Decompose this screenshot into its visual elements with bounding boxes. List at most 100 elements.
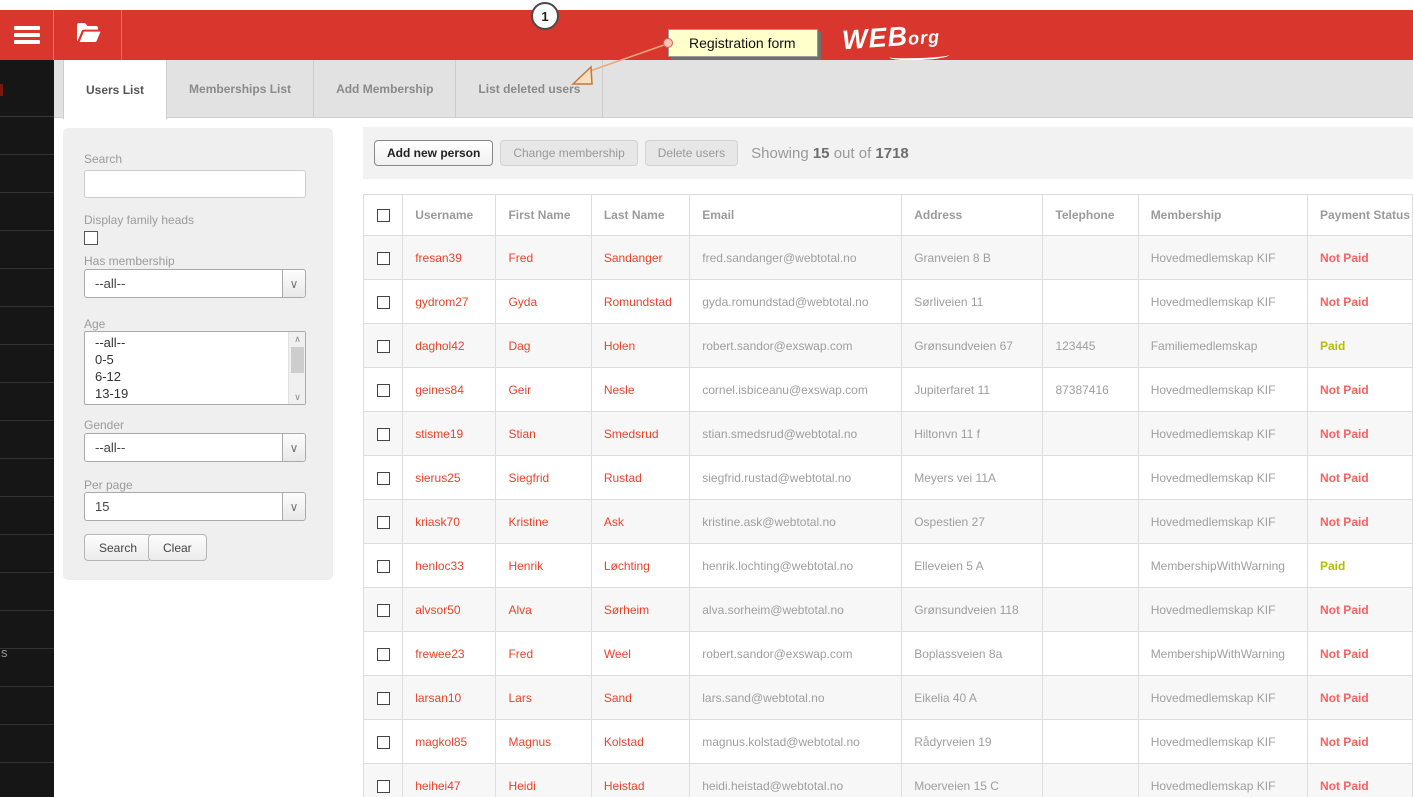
- row-checkbox[interactable]: [376, 559, 390, 573]
- first-name-link[interactable]: Fred: [495, 235, 592, 280]
- age-listbox[interactable]: --all--0-56-1213-1920-29 ∧ ∨: [84, 331, 306, 405]
- username-link[interactable]: henloc33: [402, 543, 497, 588]
- last-name-link[interactable]: Ask: [590, 499, 691, 544]
- username-link[interactable]: fresan39: [402, 235, 497, 280]
- last-name-link[interactable]: Sandanger: [590, 235, 691, 280]
- search-input[interactable]: [84, 170, 306, 198]
- membership-cell: Hovedmedlemskap KIF: [1137, 719, 1308, 764]
- tab-users-list[interactable]: Users List: [63, 60, 168, 119]
- age-option[interactable]: 6-12: [85, 368, 288, 385]
- username-link[interactable]: magkol85: [402, 719, 497, 764]
- row-checkbox[interactable]: [376, 339, 390, 353]
- row-checkbox[interactable]: [376, 735, 390, 749]
- email-cell: henrik.lochting@webtotal.no: [689, 543, 903, 588]
- username-link[interactable]: kriask70: [402, 499, 497, 544]
- row-checkbox[interactable]: [376, 647, 390, 661]
- row-checkbox[interactable]: [376, 691, 390, 705]
- menu-button[interactable]: [0, 10, 54, 60]
- username-link[interactable]: geines84: [402, 367, 497, 412]
- first-name-link[interactable]: Dag: [495, 323, 592, 368]
- address-cell: Grønsundveien 67: [901, 323, 1044, 368]
- last-name-link[interactable]: Smedsrud: [590, 411, 691, 456]
- first-name-link[interactable]: Siegfrid: [495, 455, 592, 500]
- add-new-person-button[interactable]: Add new person: [374, 140, 494, 166]
- first-name-link[interactable]: Geir: [495, 367, 592, 412]
- address-cell: Moerveien 15 C: [901, 763, 1044, 797]
- telephone-cell: [1042, 411, 1139, 456]
- last-name-link[interactable]: Romundstad: [590, 279, 691, 324]
- last-name-link[interactable]: Rustad: [590, 455, 691, 500]
- gender-select[interactable]: --all-- ∨: [84, 433, 306, 462]
- first-name-link[interactable]: Heidi: [495, 763, 592, 797]
- row-checkbox[interactable]: [376, 427, 390, 441]
- last-name-link[interactable]: Heistad: [590, 763, 691, 797]
- first-name-link[interactable]: Fred: [495, 631, 592, 676]
- row-checkbox[interactable]: [376, 251, 390, 265]
- payment-status-cell: Not Paid: [1306, 411, 1413, 456]
- membership-cell: Hovedmedlemskap KIF: [1137, 411, 1308, 456]
- row-checkbox[interactable]: [376, 295, 390, 309]
- username-link[interactable]: alvsor50: [402, 587, 497, 632]
- first-name-link[interactable]: Henrik: [495, 543, 592, 588]
- tab-add-membership[interactable]: Add Membership: [314, 60, 457, 118]
- first-name-link[interactable]: Kristine: [495, 499, 592, 544]
- first-name-link[interactable]: Alva: [495, 587, 592, 632]
- row-checkbox[interactable]: [376, 779, 390, 793]
- age-option[interactable]: 13-19: [85, 385, 288, 402]
- last-name-link[interactable]: Sand: [590, 675, 691, 720]
- tab-memberships-list[interactable]: Memberships List: [167, 60, 315, 118]
- age-option[interactable]: 20-29: [85, 402, 288, 404]
- sidebar-clipped-red-marker: [0, 84, 3, 96]
- username-link[interactable]: daghol42: [402, 323, 497, 368]
- scroll-down-icon[interactable]: ∨: [289, 390, 305, 404]
- row-checkbox[interactable]: [376, 471, 390, 485]
- clear-button[interactable]: Clear: [148, 534, 207, 561]
- email-cell: lars.sand@webtotal.no: [689, 675, 903, 720]
- last-name-link[interactable]: Sørheim: [590, 587, 691, 632]
- age-option[interactable]: --all--: [85, 334, 288, 351]
- change-membership-button[interactable]: Change membership: [500, 140, 638, 166]
- last-name-link[interactable]: Løchting: [590, 543, 691, 588]
- delete-users-button[interactable]: Delete users: [644, 140, 739, 166]
- per-page-select[interactable]: 15 ∨: [84, 492, 306, 521]
- column-header: Email: [689, 194, 903, 236]
- row-checkbox[interactable]: [376, 515, 390, 529]
- last-name-link[interactable]: Weel: [590, 631, 691, 676]
- row-checkbox[interactable]: [376, 383, 390, 397]
- has-membership-select[interactable]: --all-- ∨: [84, 269, 306, 298]
- select-all-checkbox[interactable]: [376, 209, 390, 223]
- username-link[interactable]: larsan10: [402, 675, 497, 720]
- first-name-link[interactable]: Gyda: [495, 279, 592, 324]
- tab-list-deleted-users[interactable]: List deleted users: [456, 60, 604, 118]
- age-scrollbar[interactable]: ∧ ∨: [288, 332, 305, 404]
- column-header: Address: [901, 194, 1044, 236]
- telephone-cell: [1042, 675, 1139, 720]
- row-checkbox[interactable]: [376, 603, 390, 617]
- email-cell: cornel.isbiceanu@exswap.com: [689, 367, 903, 412]
- table-row: kriask70 Kristine Ask kristine.ask@webto…: [362, 499, 1413, 544]
- last-name-link[interactable]: Holen: [590, 323, 691, 368]
- username-link[interactable]: sierus25: [402, 455, 497, 500]
- first-name-link[interactable]: Lars: [495, 675, 592, 720]
- first-name-link[interactable]: Magnus: [495, 719, 592, 764]
- first-name-link[interactable]: Stian: [495, 411, 592, 456]
- scrollbar-thumb[interactable]: [291, 347, 304, 373]
- address-cell: Rådyrveien 19: [901, 719, 1044, 764]
- sidebar-clipped-item-label: s: [1, 645, 8, 660]
- family-heads-checkbox[interactable]: [84, 231, 98, 245]
- scroll-up-icon[interactable]: ∧: [289, 332, 305, 346]
- username-link[interactable]: heihei47: [402, 763, 497, 797]
- telephone-cell: [1042, 499, 1139, 544]
- username-link[interactable]: frewee23: [402, 631, 497, 676]
- table-row: stisme19 Stian Smedsrud stian.smedsrud@w…: [362, 411, 1413, 456]
- last-name-link[interactable]: Kolstad: [590, 719, 691, 764]
- username-link[interactable]: stisme19: [402, 411, 497, 456]
- last-name-link[interactable]: Nesle: [590, 367, 691, 412]
- email-cell: stian.smedsrud@webtotal.no: [689, 411, 903, 456]
- age-option[interactable]: 0-5: [85, 351, 288, 368]
- username-link[interactable]: gydrom27: [402, 279, 497, 324]
- folder-button[interactable]: [54, 10, 122, 60]
- users-table-wrap: Username First Name Last Name Email Address T…: [362, 194, 1413, 797]
- email-cell: heidi.heistad@webtotal.no: [689, 763, 903, 797]
- search-button[interactable]: Search: [84, 534, 153, 561]
